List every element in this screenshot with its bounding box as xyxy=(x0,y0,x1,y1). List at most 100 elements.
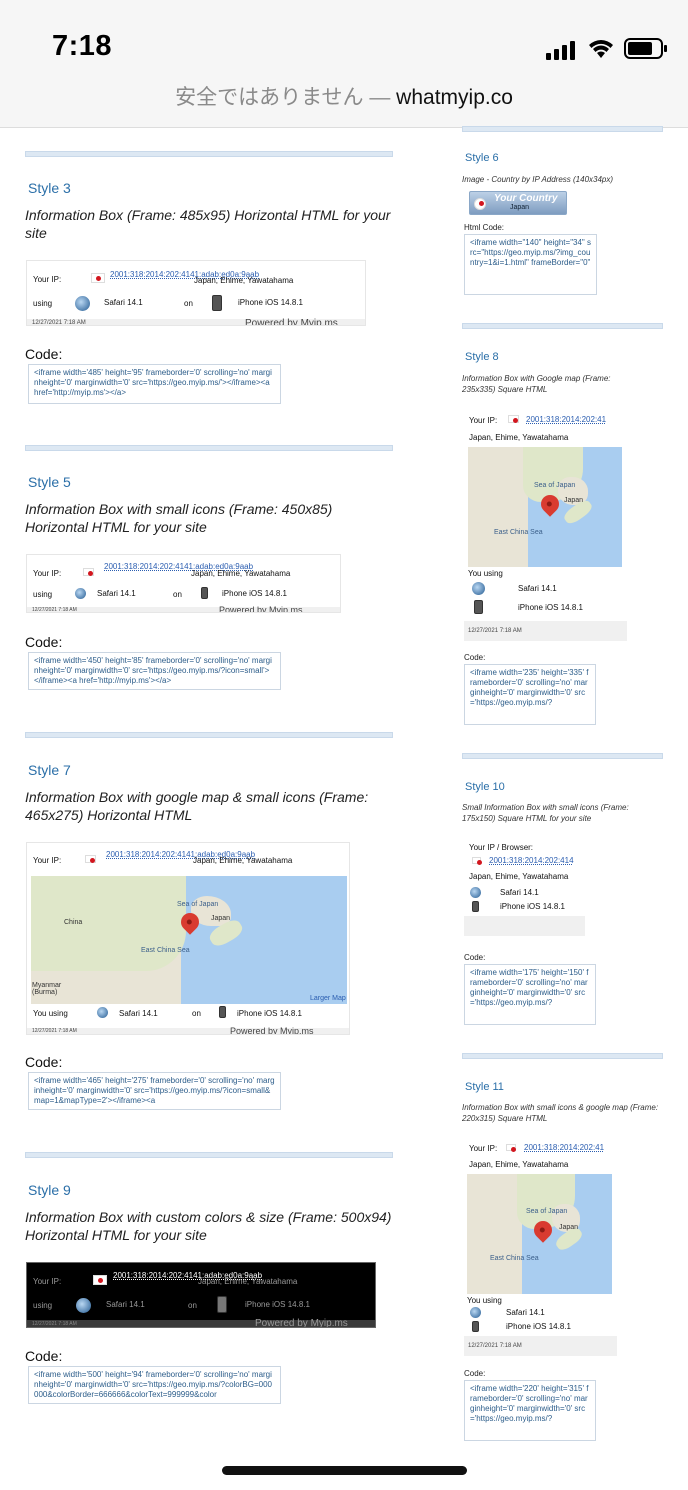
safari-icon xyxy=(470,887,481,898)
map-label-japan: Japan xyxy=(559,1224,579,1231)
home-indicator[interactable] xyxy=(222,1466,467,1475)
location-text: Japan, Ehime, Yawatahama xyxy=(193,856,293,865)
ip-address[interactable]: 2001:318:2014:202:41 xyxy=(526,415,606,424)
location-text: Japan, Ehime, Yawatahama xyxy=(469,433,569,442)
style-11-title: Style 11 xyxy=(465,1081,504,1093)
style-9-code-label: Code: xyxy=(25,1348,63,1364)
browser-name: Safari 14.1 xyxy=(104,298,143,307)
section-divider xyxy=(462,126,663,132)
browser-name: Safari 14.1 xyxy=(500,888,539,897)
style-8-code-box[interactable]: <iframe width='235' height='335' framebo… xyxy=(464,664,596,725)
ip-address[interactable]: 2001:318:2014:202:414 xyxy=(489,856,574,865)
location-text: Japan, Ehime, Yawatahama xyxy=(469,1160,569,1169)
country-image-badge: Your Country Japan xyxy=(469,191,567,215)
timestamp: 12/27/2021 7:18 AM xyxy=(468,628,522,634)
style-9-title: Style 9 xyxy=(28,1182,71,1198)
japan-flag-icon xyxy=(508,415,519,423)
powered-by[interactable]: Powered by Myip.ms xyxy=(219,605,303,612)
style-5-code-box[interactable]: <iframe width='450' height='85' framebor… xyxy=(28,652,281,690)
map-label-sea: Sea of Japan xyxy=(526,1208,568,1215)
you-using-label: You using xyxy=(467,1296,502,1305)
style-9-preview: Your IP: 2001:318:2014:202:4141:adab:ed0… xyxy=(26,1262,376,1328)
style-9-description: Information Box with custom colors & siz… xyxy=(25,1209,392,1243)
badge-title: Your Country xyxy=(494,193,558,204)
style-7-description: Information Box with google map & small … xyxy=(25,789,369,823)
using-label: using xyxy=(33,590,53,599)
style-3-description: Information Box (Frame: 485x95) Horizont… xyxy=(25,207,391,241)
location-text: Japan, Ehime, Yawatahama xyxy=(194,276,294,285)
style-11-code-box[interactable]: <iframe width='220' height='315' framebo… xyxy=(464,1380,596,1441)
footer-bar xyxy=(464,916,585,936)
style-3-preview: Your IP: 2001:318:2014:202:4141:adab:ed0… xyxy=(26,260,366,326)
map-label-china: China xyxy=(64,919,83,926)
style-10-code-box[interactable]: <iframe width='175' height='150' framebo… xyxy=(464,964,596,1025)
map-label-japan: Japan xyxy=(564,497,584,504)
you-using-label: You using xyxy=(33,1009,68,1018)
ip-address[interactable]: 2001:318:2014:202:41 xyxy=(524,1143,604,1152)
safari-icon xyxy=(75,588,86,599)
address-bar[interactable]: 安全ではありません — whatmyip.co xyxy=(0,76,688,128)
iphone-icon xyxy=(219,1006,226,1018)
your-ip-label: Your IP: xyxy=(33,1277,62,1286)
style-5-title: Style 5 xyxy=(28,474,71,490)
your-ip-browser-label: Your IP / Browser: xyxy=(469,843,534,852)
japan-flag-icon xyxy=(83,568,94,576)
powered-by[interactable]: Powered by Myip.ms xyxy=(245,318,338,325)
style-3-code-box[interactable]: <iframe width='485' height='95' framebor… xyxy=(28,364,281,404)
your-ip-label: Your IP: xyxy=(469,1144,498,1153)
section-divider xyxy=(462,753,663,759)
os-name: iPhone iOS 14.8.1 xyxy=(222,589,287,598)
timestamp: 12/27/2021 7:18 AM xyxy=(32,607,77,613)
style-6-code-box[interactable]: <iframe width="140" height="34" src="htt… xyxy=(464,234,597,295)
google-map[interactable]: Sea of Japan Japan China East China Sea … xyxy=(31,876,347,1004)
on-label: on xyxy=(188,1301,197,1310)
larger-map-link[interactable]: Larger Map xyxy=(310,995,346,1002)
location-text: Japan, Ehime, Yawatahama xyxy=(191,569,291,578)
os-name: iPhone iOS 14.8.1 xyxy=(245,1300,310,1309)
style-10-title: Style 10 xyxy=(465,781,505,793)
style-8-description: Information Box with Google map (Frame: … xyxy=(462,374,611,394)
style-7-code-label: Code: xyxy=(25,1054,63,1070)
battery-icon xyxy=(624,38,667,59)
section-divider xyxy=(25,1152,393,1158)
japan-flag-icon xyxy=(91,273,105,283)
your-ip-label: Your IP: xyxy=(469,416,498,425)
location-text: Japan, Ehime, Yawatahama xyxy=(198,1277,298,1286)
style-7-code-box[interactable]: <iframe width='465' height='275' framebo… xyxy=(28,1072,281,1110)
style-10-code-label: Code: xyxy=(464,953,486,962)
timestamp: 12/27/2021 7:18 AM xyxy=(32,320,86,326)
safari-icon xyxy=(76,1298,91,1313)
japan-flag-icon xyxy=(506,1144,516,1152)
powered-by[interactable]: Powered by Myip.ms xyxy=(255,1318,348,1327)
iphone-icon xyxy=(474,600,483,614)
style-7-title: Style 7 xyxy=(28,762,71,778)
badge-country: Japan xyxy=(510,204,530,211)
google-map[interactable]: Sea of Japan Japan East China Sea xyxy=(468,447,622,567)
style-11-preview: Your IP: 2001:318:2014:202:41 Japan, Ehi… xyxy=(464,1135,617,1356)
browser-name: Safari 14.1 xyxy=(97,589,136,598)
style-5-code-label: Code: xyxy=(25,634,63,650)
iphone-icon xyxy=(212,295,222,311)
style-8-code-label: Code: xyxy=(464,653,486,662)
style-9-code-box[interactable]: <iframe width='500' height='94' framebor… xyxy=(28,1366,281,1404)
japan-flag-icon xyxy=(472,857,482,865)
powered-by[interactable]: Powered by Myip.ms xyxy=(230,1026,314,1034)
browser-name: Safari 14.1 xyxy=(119,1009,158,1018)
style-10-preview: Your IP / Browser: 2001:318:2014:202:414… xyxy=(464,836,585,936)
safari-icon xyxy=(472,582,485,595)
safari-icon xyxy=(75,296,90,311)
map-label-ecs: East China Sea xyxy=(141,947,190,954)
google-map[interactable]: Sea of Japan Japan East China Sea xyxy=(467,1174,612,1294)
style-7-preview: Your IP: 2001:318:2014:202:4141:adab:ed0… xyxy=(26,842,350,1035)
map-label-ecs: East China Sea xyxy=(490,1255,539,1262)
safari-icon xyxy=(97,1007,108,1018)
style-6-description: Image - Country by IP Address (140x34px) xyxy=(462,175,614,184)
clock: 7:18 xyxy=(52,30,113,62)
browser-name: Safari 14.1 xyxy=(106,1300,145,1309)
map-label-sea: Sea of Japan xyxy=(534,482,576,489)
map-label-ecs: East China Sea xyxy=(494,529,543,536)
style-8-title: Style 8 xyxy=(465,351,499,363)
using-label: using xyxy=(33,1301,53,1310)
on-label: on xyxy=(173,590,182,599)
os-name: iPhone iOS 14.8.1 xyxy=(238,298,303,307)
